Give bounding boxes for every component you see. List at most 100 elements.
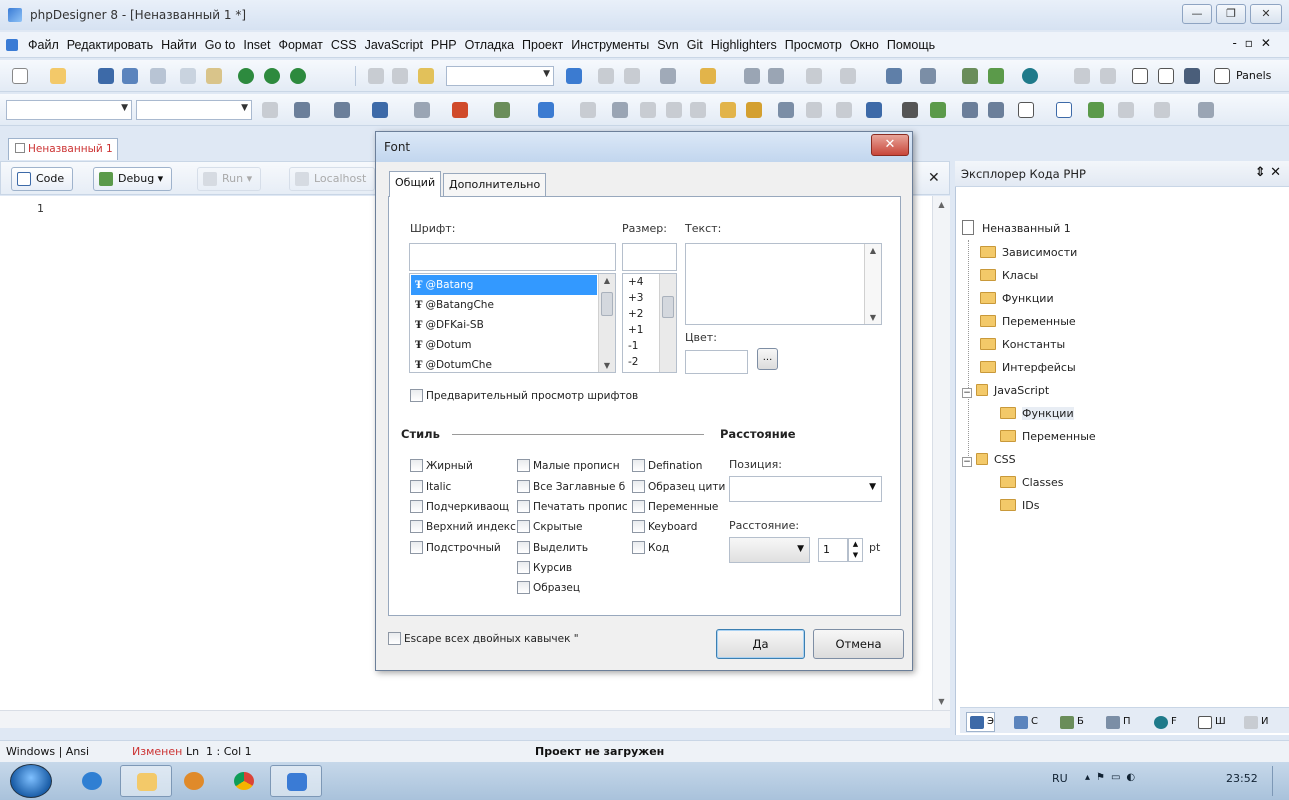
scroll-up-icon[interactable]: ▲ [933,200,950,209]
preview-fonts-checkbox[interactable]: Предварительный просмотр шрифтов [410,388,638,406]
explorer-tab-6[interactable]: Ш [1194,712,1227,732]
chevron-down-icon[interactable]: ▼ [797,544,804,554]
keyboard-checkbox[interactable]: Keyboard [632,519,697,537]
size-item[interactable]: -2 [624,354,638,370]
layout2-icon[interactable] [1100,68,1116,84]
doc-icon[interactable] [806,102,822,118]
checkbox-square[interactable] [517,581,530,594]
checkbox-square[interactable] [517,520,530,533]
position-select[interactable]: ▼ [729,476,882,502]
distance-value-input[interactable]: 1 [818,538,848,562]
scroll-thumb[interactable] [601,292,613,316]
code-checkbox[interactable]: Код [632,540,669,558]
checkbox-square[interactable] [517,480,530,493]
arrow-right-icon[interactable] [566,68,582,84]
menu-svn[interactable]: Svn [653,38,683,52]
save-all-icon[interactable] [122,68,138,84]
editor-vertical-scrollbar[interactable]: ▲ ▼ [932,196,950,710]
tree-root[interactable]: Неназванный 1 [962,220,1071,238]
debug-icon[interactable] [886,68,902,84]
back-icon[interactable] [806,68,822,84]
menu-edit[interactable]: Редактировать [63,38,157,52]
menu-find[interactable]: Найти [157,38,201,52]
comment3-icon[interactable] [690,102,706,118]
menu-php[interactable]: PHP [427,38,461,52]
panels-button[interactable]: Panels [1236,69,1271,82]
menu-javascript[interactable]: JavaScript [361,38,427,52]
panels-icon[interactable] [1214,68,1230,84]
tab-advanced[interactable]: Дополнительно [443,173,547,197]
font-list-scrollbar[interactable]: ▲ ▼ [598,274,615,372]
scroll-thumb[interactable] [662,296,674,318]
validate-icon[interactable] [538,102,554,118]
tray-icons[interactable]: ▴⚑▭◐ [1085,772,1141,783]
tree-item-css-classes[interactable]: Classes [1000,474,1063,492]
menu-highlighters[interactable]: Highlighters [707,38,781,52]
tree-item-functions[interactable]: Функции [980,290,1054,308]
find-icon[interactable] [660,68,676,84]
menu-format[interactable]: Формат [274,38,326,52]
clock[interactable]: 23:52 [1226,772,1258,785]
open-folder-icon[interactable] [50,68,66,84]
forward-icon[interactable] [840,68,856,84]
frame-icon[interactable] [1018,102,1034,118]
show-desktop-button[interactable] [1272,766,1284,796]
explorer-tab-2[interactable]: С [1010,712,1039,732]
comment-icon[interactable] [640,102,656,118]
check-icon[interactable] [866,102,882,118]
checkbox-square[interactable] [388,632,401,645]
collapse-icon[interactable]: − [962,457,972,467]
db3-icon[interactable] [1154,102,1170,118]
explorer-tab-5[interactable]: F [1150,712,1178,732]
checkbox-square[interactable] [410,500,423,513]
menu-insert[interactable]: Inset [239,38,274,52]
tab-untitled-1[interactable]: Неназванный 1 [8,138,118,160]
cut-icon[interactable] [368,68,384,84]
checkbox-square[interactable] [632,520,645,533]
color-picker-button[interactable]: ... [757,348,778,370]
comment2-icon[interactable] [666,102,682,118]
distance-spinner[interactable]: ▲ ▼ [848,538,863,562]
chevron-down-icon[interactable]: ▼ [869,482,876,492]
menu-tools[interactable]: Инструменты [567,38,653,52]
tree-item-js-functions[interactable]: Функции [1000,405,1074,423]
tree-item-variables[interactable]: Переменные [980,313,1076,331]
layout1-icon[interactable] [1074,68,1090,84]
table-icon[interactable] [294,102,310,118]
form-icon[interactable] [334,102,350,118]
all-caps-checkbox[interactable]: Все Заглавные б [517,479,629,497]
close-button[interactable]: ✕ [1250,4,1282,24]
menu-view[interactable]: Просмотр [781,38,846,52]
new-file-icon[interactable] [12,68,28,84]
link-icon[interactable] [902,102,918,118]
size-list[interactable]: +4 +3 +2 +1 -1 -2 [622,273,677,373]
file-type-combo[interactable]: ▼ [6,100,132,120]
checkbox-square[interactable] [517,459,530,472]
split-vertical-icon[interactable] [1158,68,1174,84]
checkbox-square[interactable] [410,459,423,472]
tree-item-dependencies[interactable]: Зависимости [980,244,1077,262]
scroll-down-icon[interactable]: ▼ [865,313,881,322]
tree-item-constants[interactable]: Константы [980,336,1065,354]
picture-icon[interactable] [930,102,946,118]
menu-css[interactable]: CSS [327,38,361,52]
menu-file[interactable]: Файл [24,38,63,52]
editor-horizontal-scrollbar[interactable] [0,710,950,728]
bookmark-icon[interactable] [700,68,716,84]
template-icon[interactable] [414,102,430,118]
checkbox-square[interactable] [632,500,645,513]
taskbar-ie[interactable] [66,765,118,797]
font-list-item[interactable]: Ŧ @Dotum [411,335,597,355]
tab-general[interactable]: Общий [389,171,442,197]
browser-preview2-icon[interactable] [264,68,280,84]
checkbox-square[interactable] [517,500,530,513]
font-list-item[interactable]: Ŧ @Batang [411,275,597,295]
undo-icon[interactable] [262,102,278,118]
definition-checkbox[interactable]: Defination [632,458,702,476]
size-item[interactable]: +2 [624,306,643,322]
doc2-icon[interactable] [836,102,852,118]
plugin-icon[interactable] [962,68,978,84]
explorer-tab-3[interactable]: Б [1056,712,1085,732]
debug-button[interactable]: Debug ▾ [93,167,173,191]
edit-icon[interactable] [1198,102,1214,118]
